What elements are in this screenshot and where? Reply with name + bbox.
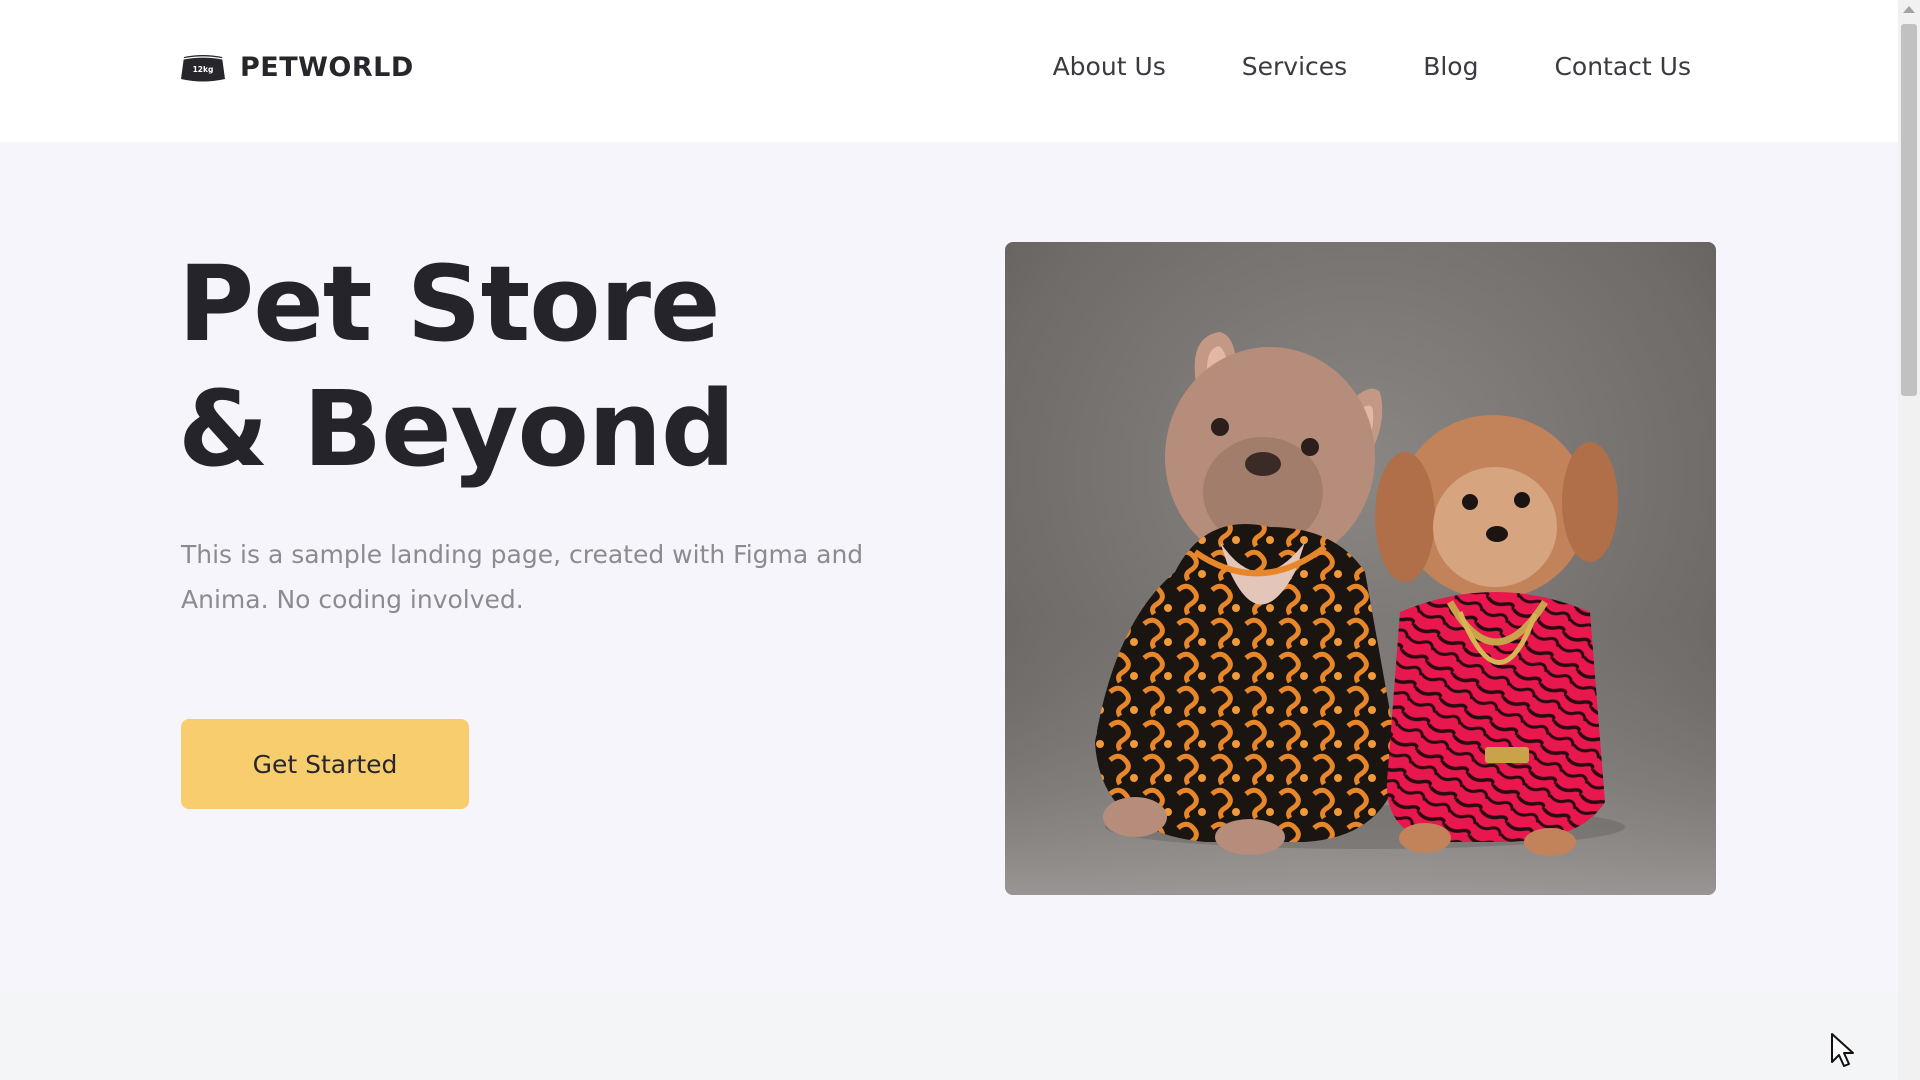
hero-subtitle: This is a sample landing page, created w… [181,540,864,614]
hero-title-line-2: & Beyond [178,368,735,490]
get-started-button[interactable]: Get Started [181,719,469,809]
nav-services[interactable]: Services [1242,52,1347,81]
scroll-up-arrow-icon[interactable] [1903,6,1915,13]
hero-section: Pet Store & Beyond This is a sample land… [0,142,1898,992]
hero-title: Pet Store & Beyond [178,242,735,492]
next-section [0,992,1898,1080]
pet-food-bag-icon: 12kg [180,53,226,83]
page-scrollbar[interactable] [1898,0,1920,1080]
scrollbar-thumb[interactable] [1901,24,1917,396]
dogs-photo [1005,242,1716,895]
mouse-cursor-icon [1830,1032,1856,1072]
site-header: 12kg PETWORLD About Us Services Blog Con… [0,0,1898,142]
hero-image [1005,242,1716,895]
logo-icon-label: 12kg [193,65,214,74]
main-nav: About Us Services Blog Contact Us [1053,52,1691,81]
nav-contact-us[interactable]: Contact Us [1554,52,1691,81]
landing-page: 12kg PETWORLD About Us Services Blog Con… [0,0,1920,1080]
hero-title-line-1: Pet Store [178,243,721,365]
brand-logo[interactable]: 12kg PETWORLD [180,52,414,83]
nav-blog[interactable]: Blog [1423,52,1478,81]
brand-name: PETWORLD [240,52,414,83]
small-fluffy-dog [1375,415,1618,856]
nav-about-us[interactable]: About Us [1053,52,1166,81]
